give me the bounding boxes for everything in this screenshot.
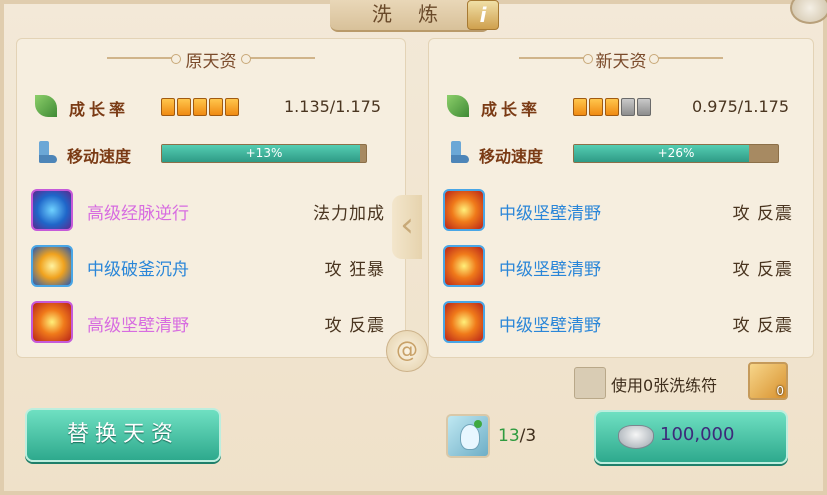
fire-shield-skill-icon[interactable] [443, 245, 485, 287]
growth-pip [177, 98, 191, 116]
skill-tag: 攻 反震 [732, 316, 793, 336]
growth-pip-empty [621, 98, 635, 116]
rampage-skill-icon[interactable] [31, 245, 73, 287]
use-talisman-checkbox[interactable] [574, 367, 606, 399]
speed-label: 移动速度 [67, 147, 132, 166]
skill-slot[interactable]: 中级坚壁清野 攻 反震 [429, 243, 813, 293]
skill-tag: 攻 反震 [732, 260, 793, 280]
skill-name: 中级坚壁清野 [499, 260, 601, 280]
material-count: 13/3 [498, 426, 536, 446]
speed-bar: +26% [573, 144, 779, 163]
boot-icon [35, 141, 57, 165]
new-aptitude-heading: 新天资 [595, 52, 647, 72]
potion-item-icon[interactable] [446, 414, 490, 458]
material-need: /3 [519, 426, 537, 446]
growth-pip-empty [637, 98, 651, 116]
skill-name: 中级坚壁清野 [499, 316, 601, 336]
new-aptitude-panel: 新天资 成长率 0.975/1.175 移动速度 +26% 中级坚壁清野 攻 反… [428, 38, 814, 358]
speed-bar-text: +26% [657, 146, 695, 160]
skill-slot[interactable]: 中级破釜沉舟 攻 狂暴 [17, 243, 405, 293]
skill-name: 中级坚壁清野 [499, 204, 601, 224]
leaf-icon [447, 95, 469, 117]
speed-row: 移动速度 +26% [429, 139, 813, 169]
growth-pip [589, 98, 603, 116]
original-aptitude-panel: 原天资 成长率 1.135/1.175 移动速度 +13% 高级经脉逆行 法力加… [16, 38, 406, 358]
wash-cost-button[interactable]: 100,000 [594, 410, 788, 464]
leaf-icon [35, 95, 57, 117]
growth-pip [573, 98, 587, 116]
skill-name: 中级破釜沉舟 [87, 260, 189, 280]
skill-tag: 法力加成 [313, 204, 385, 224]
fire-shield-skill-icon[interactable] [443, 301, 485, 343]
skill-tag: 攻 反震 [732, 204, 793, 224]
use-talisman-label: 使用0张洗练符 [611, 376, 718, 395]
growth-row: 成长率 1.135/1.175 [17, 92, 405, 122]
skill-slot[interactable]: 中级坚壁清野 攻 反震 [429, 187, 813, 237]
talisman-item-icon[interactable]: 0 [748, 362, 788, 400]
growth-pip [161, 98, 175, 116]
growth-pip [225, 98, 239, 116]
meridian-skill-icon[interactable] [31, 189, 73, 231]
heading-ornament-right [649, 54, 723, 64]
chevron-left-icon[interactable]: ‹ [392, 195, 422, 259]
skill-tag: 攻 反震 [324, 316, 385, 336]
material-have: 13 [498, 426, 520, 446]
growth-row: 成长率 0.975/1.175 [429, 92, 813, 122]
growth-pip [605, 98, 619, 116]
replace-aptitude-button[interactable]: 替换天资 [25, 408, 221, 462]
speed-bar: +13% [161, 144, 367, 163]
skill-slot[interactable]: 中级坚壁清野 攻 反震 [429, 299, 813, 349]
skill-name: 高级经脉逆行 [87, 204, 189, 224]
skill-tag: 攻 狂暴 [324, 260, 385, 280]
growth-value: 0.975/1.175 [692, 97, 789, 116]
growth-value: 1.135/1.175 [284, 97, 381, 116]
speed-label: 移动速度 [479, 147, 544, 166]
heading-ornament-right [241, 54, 315, 64]
swirl-icon: @ [386, 330, 428, 372]
fire-shield-skill-icon[interactable] [31, 301, 73, 343]
boot-icon [447, 141, 469, 165]
skill-slot[interactable]: 高级坚壁清野 攻 反震 [17, 299, 405, 349]
wash-dialog: 洗 炼 i 原天资 成长率 1.135/1.175 移动速度 +13% 高级经脉… [0, 0, 827, 495]
talisman-count: 0 [776, 384, 784, 398]
close-button[interactable] [790, 0, 827, 24]
skill-slot[interactable]: 高级经脉逆行 法力加成 [17, 187, 405, 237]
growth-pip [193, 98, 207, 116]
speed-row: 移动速度 +13% [17, 139, 405, 169]
growth-pip [209, 98, 223, 116]
silver-ingot-icon [618, 425, 654, 449]
growth-label: 成长率 [481, 100, 542, 119]
info-button[interactable]: i [467, 0, 499, 30]
speed-bar-text: +13% [245, 146, 283, 160]
growth-pips [573, 98, 651, 116]
original-aptitude-heading: 原天资 [185, 52, 237, 72]
fire-shield-skill-icon[interactable] [443, 189, 485, 231]
dialog-title: 洗 炼 [330, 0, 490, 32]
cost-value: 100,000 [660, 424, 735, 445]
skill-name: 高级坚壁清野 [87, 316, 189, 336]
growth-pips [161, 98, 239, 116]
growth-label: 成长率 [69, 100, 130, 119]
